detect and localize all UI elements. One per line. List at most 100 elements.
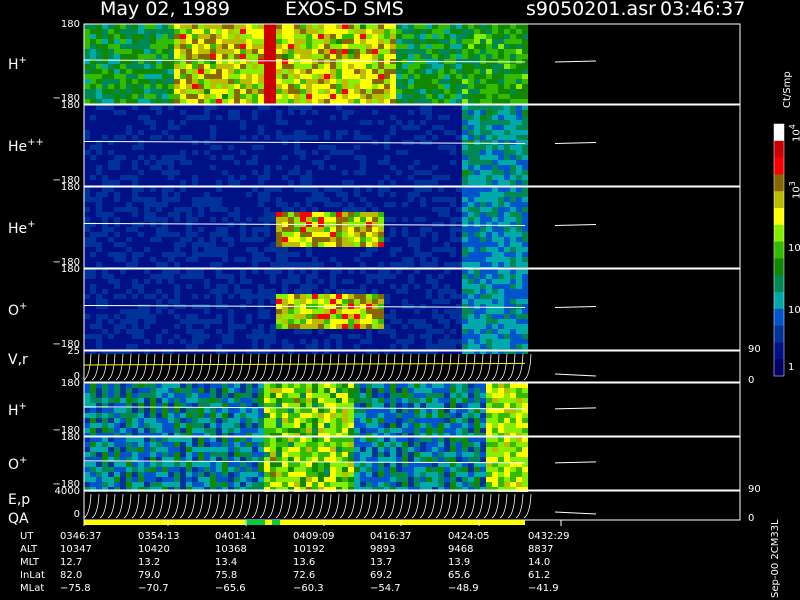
spectrogram-cell — [336, 187, 342, 192]
spectrogram-cell — [204, 289, 210, 294]
spectrogram-cell — [228, 155, 234, 160]
spectrogram-cell — [120, 140, 126, 145]
spectrogram-cell — [390, 309, 396, 314]
spectrogram-cell — [390, 180, 396, 185]
spectrogram-cell — [444, 160, 450, 165]
spectrogram-cell — [234, 187, 240, 192]
spectrogram-cell — [186, 140, 192, 145]
spectrogram-cell — [330, 262, 336, 267]
spectrogram-cell — [192, 155, 198, 160]
spectrogram-cell — [522, 115, 528, 120]
spectrogram-cell — [108, 74, 114, 79]
spectrogram-cell — [264, 197, 270, 202]
spectrogram-cell — [174, 257, 180, 262]
spectrogram-cell — [372, 24, 378, 29]
spectrogram-cell — [252, 110, 258, 115]
spectrogram-cell — [420, 39, 426, 44]
spectrogram-cell — [516, 34, 522, 39]
spectrogram-cell — [168, 99, 174, 104]
spectrogram-cell — [198, 294, 204, 299]
spectrogram-cell — [492, 334, 498, 339]
spectrogram-cell — [252, 232, 258, 237]
spectrogram-cell — [414, 279, 420, 284]
spectrogram-cell — [90, 69, 96, 74]
spectrogram-cell — [432, 309, 438, 314]
spectrogram-cell — [450, 34, 456, 39]
spectrogram-cell — [318, 329, 324, 334]
spectrogram-cell — [384, 120, 390, 125]
spectrogram-cell — [510, 284, 516, 289]
spectrogram-cell — [258, 284, 264, 289]
spectrogram-cell — [138, 212, 144, 217]
spectrogram-cell — [396, 192, 402, 197]
spectrogram-cell — [366, 29, 372, 34]
spectrogram-cell — [378, 197, 384, 202]
spectrogram-cell — [366, 115, 372, 120]
spectrogram-cell — [408, 207, 414, 212]
spectrogram-cell — [276, 202, 282, 207]
spectrogram-cell — [342, 84, 348, 89]
spectrogram-cell — [390, 49, 396, 54]
spectrogram-cell — [228, 79, 234, 84]
spectrogram-cell — [102, 180, 108, 185]
spectrogram-cell — [438, 294, 444, 299]
spectrogram-cell — [420, 34, 426, 39]
spectrogram-cell — [180, 125, 186, 130]
spectrogram-cell — [228, 170, 234, 175]
spectrogram-cell — [252, 257, 258, 262]
spectrogram-cell — [90, 44, 96, 49]
spectrogram-cell — [516, 232, 522, 237]
spectrogram-cell — [270, 170, 276, 175]
spectrogram-cell — [378, 217, 384, 222]
spectrogram-cell — [186, 247, 192, 252]
spectrogram-cell — [408, 232, 414, 237]
spectrogram-cell — [468, 324, 474, 329]
spectrogram-cell — [372, 175, 378, 180]
spectrogram-cell — [258, 309, 264, 314]
spectrogram-cell — [222, 192, 228, 197]
spectrogram-cell — [306, 299, 312, 304]
spectrogram-cell — [498, 289, 504, 294]
spectrogram-cell — [522, 329, 528, 334]
spectrogram-cell — [114, 197, 120, 202]
spectrogram-cell — [348, 319, 354, 324]
spectrogram-cell — [234, 212, 240, 217]
spectrogram-cell — [300, 247, 306, 252]
spectrogram-cell — [348, 105, 354, 110]
spectrogram-cell — [126, 140, 132, 145]
spectrogram-cell — [270, 115, 276, 120]
spectrogram-cell — [90, 34, 96, 39]
spectrogram-cell — [162, 222, 168, 227]
spectrogram-cell — [318, 237, 324, 242]
spectrogram-cell — [222, 39, 228, 44]
spectrogram-cell — [504, 274, 510, 279]
spectrogram-cell — [138, 54, 144, 59]
spectrogram-cell — [456, 207, 462, 212]
spectrogram-cell — [90, 284, 96, 289]
spectrogram-cell — [432, 94, 438, 99]
spectrogram-cell — [378, 344, 384, 349]
spectrogram-cell — [300, 299, 306, 304]
spectrogram-cell — [522, 175, 528, 180]
spectrogram-cell — [492, 237, 498, 242]
spectrogram-cell — [108, 140, 114, 145]
spectrogram-cell — [192, 170, 198, 175]
spectrogram-cell — [336, 145, 342, 150]
spectrogram-cell — [414, 180, 420, 185]
spectrogram-cell — [360, 69, 366, 74]
spectrogram-cell — [174, 59, 180, 64]
spectrogram-cell — [438, 329, 444, 334]
spectrogram-cell — [366, 187, 372, 192]
spectrogram-cell — [408, 314, 414, 319]
spectrogram-cell — [270, 202, 276, 207]
spectrogram-cell — [498, 64, 504, 69]
spectrogram-cell — [390, 150, 396, 155]
spectrogram-cell — [144, 115, 150, 120]
spectrogram-cell — [288, 299, 294, 304]
spectrogram-cell — [174, 227, 180, 232]
spectrogram-cell — [204, 110, 210, 115]
spectrogram-cell — [330, 294, 336, 299]
spectrogram-cell — [468, 29, 474, 34]
spectrogram-cell — [336, 294, 342, 299]
spectrogram-cell — [114, 344, 120, 349]
